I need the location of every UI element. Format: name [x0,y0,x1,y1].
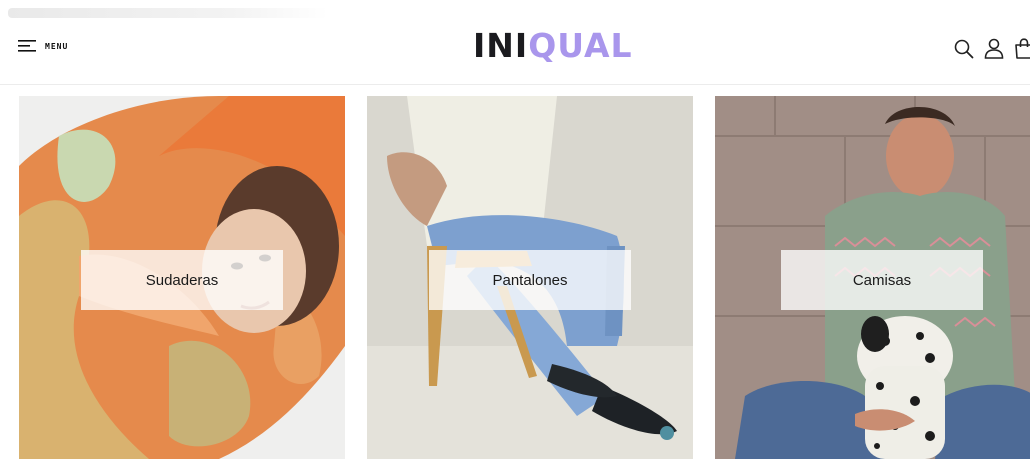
brand-logo[interactable]: INI QUAL [473,24,633,66]
logo-part-accent: QUAL [528,25,633,65]
hamburger-icon [18,40,36,52]
category-label: Pantalones [429,250,631,310]
category-label: Camisas [781,250,983,310]
menu-button[interactable]: MENU [18,38,68,54]
logo-part-dark: INI [473,25,529,65]
category-grid: Sudaderas Pantalones Camisas [19,96,1030,459]
category-label: Sudaderas [81,250,283,310]
header-actions [954,38,1030,59]
category-card-camisas[interactable]: Camisas [715,96,1030,459]
bag-icon[interactable] [1014,38,1030,59]
category-card-sudaderas[interactable]: Sudaderas [19,96,345,459]
site-header: MENU INI QUAL [0,0,1030,85]
menu-label: MENU [45,41,69,51]
user-icon[interactable] [984,38,1004,59]
search-icon[interactable] [954,39,974,59]
category-card-pantalones[interactable]: Pantalones [367,96,693,459]
